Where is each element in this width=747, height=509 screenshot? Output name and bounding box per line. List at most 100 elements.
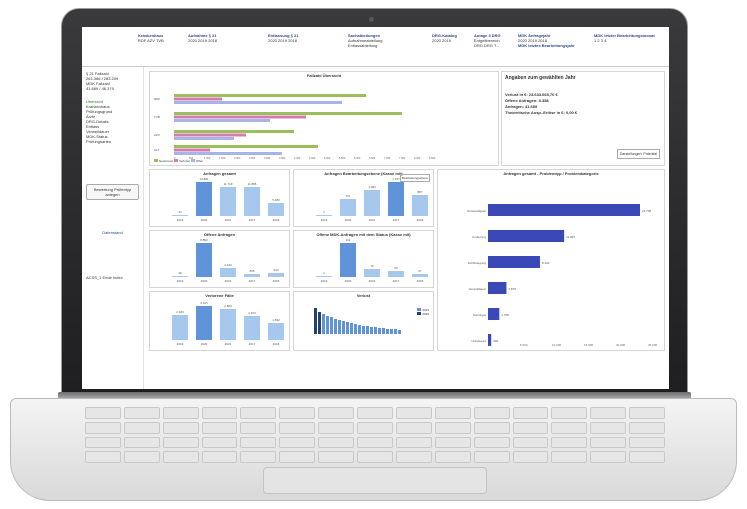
- sidebar-item-pruefungsarten[interactable]: Prüfungsarten: [86, 139, 139, 144]
- datenstand-label: Datenstand: [102, 230, 123, 235]
- bar[interactable]: [268, 273, 284, 277]
- filter-mdk-monat[interactable]: MDK letzter Bearbeitungsmonat 1 2 3 4: [594, 33, 655, 43]
- fallzahl-bar[interactable]: [174, 101, 342, 104]
- fallzahl-bar[interactable]: [174, 137, 234, 140]
- verlust-bar[interactable]: [358, 325, 361, 334]
- bar[interactable]: [244, 316, 260, 340]
- fallzahl-bar[interactable]: [174, 133, 246, 137]
- problemtyp-bar[interactable]: [488, 230, 565, 242]
- verlust-bar[interactable]: [382, 328, 385, 334]
- bar[interactable]: [172, 276, 188, 277]
- category-label: Verweildauer: [469, 287, 486, 291]
- category-label: Sonstiges: [473, 313, 487, 317]
- problemtyp-bar[interactable]: [488, 256, 540, 268]
- verlust-bar[interactable]: [342, 321, 345, 334]
- key: [473, 451, 510, 463]
- bewertung-button[interactable]: Bewertung Prüfentyp anlegen: [86, 184, 139, 200]
- bar[interactable]: [412, 195, 428, 216]
- bar[interactable]: [196, 243, 212, 277]
- x-tick-label: 1.500: [219, 157, 226, 160]
- bar[interactable]: [244, 273, 260, 277]
- bar[interactable]: [196, 306, 212, 340]
- bar[interactable]: [340, 243, 356, 277]
- bar[interactable]: [364, 268, 380, 277]
- verlust-bar[interactable]: [390, 329, 393, 334]
- key: [85, 451, 121, 463]
- bar[interactable]: [268, 202, 284, 216]
- x-tick-label: 2020: [344, 218, 352, 222]
- fallzahl-bar[interactable]: [174, 145, 318, 148]
- fallzahl-bar[interactable]: [174, 119, 270, 122]
- x-tick-label: 5.000: [520, 343, 528, 347]
- fallzahl-bar[interactable]: [174, 152, 282, 155]
- filter-entlassung[interactable]: Entlassung § 21 2020 2019 2018: [268, 33, 298, 43]
- verlust-bar[interactable]: [378, 328, 381, 334]
- bar[interactable]: [172, 215, 188, 216]
- bar-value-label: 13.881: [199, 177, 209, 181]
- verlust-bar[interactable]: [386, 329, 389, 334]
- category-label: Kodierung: [472, 235, 486, 239]
- filter-anlage[interactable]: Anlage 3 DRG Entgeltbereich DRG DRG T...: [474, 33, 501, 48]
- bar-value-label: 2.442: [224, 262, 232, 267]
- filter-mdk-anfragejahr[interactable]: MDK Anfragejahr 2020 2019 2018 MDK letzt…: [518, 33, 575, 48]
- bar[interactable]: [388, 271, 404, 277]
- bar-value-label: 1.532: [272, 318, 280, 323]
- key: [629, 421, 665, 434]
- filter-aufnahme[interactable]: Aufnahme § 21 2020 2019 2018: [188, 33, 217, 43]
- verlust-bar[interactable]: [326, 316, 329, 334]
- potential-button[interactable]: Darstellungen: Potential: [616, 149, 660, 159]
- verlust-bar[interactable]: [398, 330, 401, 334]
- fallzahl-bar[interactable]: [174, 94, 366, 97]
- fallzahl-bar[interactable]: [174, 148, 210, 152]
- key: [123, 451, 160, 463]
- verlust-bar[interactable]: [366, 326, 369, 334]
- bar[interactable]: [364, 190, 380, 216]
- problemtyp-bar[interactable]: [488, 282, 507, 294]
- verlust-bar[interactable]: [338, 320, 341, 334]
- verlust-bar[interactable]: [318, 312, 321, 334]
- key: [512, 436, 549, 449]
- verlust-bar[interactable]: [354, 324, 357, 334]
- bar[interactable]: [220, 187, 236, 216]
- bar[interactable]: [244, 186, 260, 216]
- x-tick-label: 25.000: [648, 343, 658, 347]
- verlust-bar[interactable]: [346, 322, 349, 334]
- fallzahl-bar[interactable]: [174, 112, 402, 115]
- x-tick-label: 2021: [224, 218, 232, 222]
- category-label: Notwendigkeit: [467, 209, 486, 213]
- verlust-bar[interactable]: [370, 327, 373, 334]
- verlust-bar[interactable]: [350, 323, 353, 334]
- key: [551, 421, 588, 434]
- bar[interactable]: [220, 267, 236, 277]
- bar[interactable]: [196, 182, 212, 216]
- filter-drg-katalog[interactable]: DRG-Katalog 2020 2019: [432, 33, 457, 43]
- verlust-bar[interactable]: [314, 308, 317, 334]
- verlust-bar[interactable]: [394, 329, 397, 334]
- bar[interactable]: [316, 276, 332, 277]
- key: [512, 451, 549, 463]
- verlust-bar[interactable]: [334, 319, 337, 334]
- verlust-bar[interactable]: [322, 314, 325, 334]
- problemtyp-bar[interactable]: [488, 204, 640, 216]
- bar-value-label: 721: [345, 193, 351, 198]
- fallzahl-bar[interactable]: [174, 97, 222, 101]
- key: [85, 407, 121, 419]
- filter-krankenhaus[interactable]: Krankenhaus RDF AZV TVB: [138, 33, 164, 43]
- bar[interactable]: [316, 215, 332, 216]
- x-tick-label: 2021: [224, 279, 232, 283]
- bar[interactable]: [268, 323, 284, 340]
- verlust-bar[interactable]: [330, 317, 333, 334]
- verlust-bar[interactable]: [362, 326, 365, 334]
- verlust-bar[interactable]: [374, 327, 377, 334]
- filter-sachabteilungen[interactable]: Sachabteilungen Aufnahmeabteilung Entlas…: [348, 33, 382, 48]
- problemtyp-bar[interactable]: [488, 308, 500, 320]
- fallzahl-bar[interactable]: [174, 115, 306, 119]
- bar[interactable]: [388, 182, 404, 216]
- bar[interactable]: [412, 274, 428, 277]
- bar[interactable]: [220, 309, 236, 340]
- key: [85, 421, 121, 434]
- bar-value-label: 1.768: [501, 313, 509, 317]
- bar[interactable]: [340, 198, 356, 216]
- bar[interactable]: [172, 314, 188, 340]
- fallzahl-bar[interactable]: [174, 130, 294, 133]
